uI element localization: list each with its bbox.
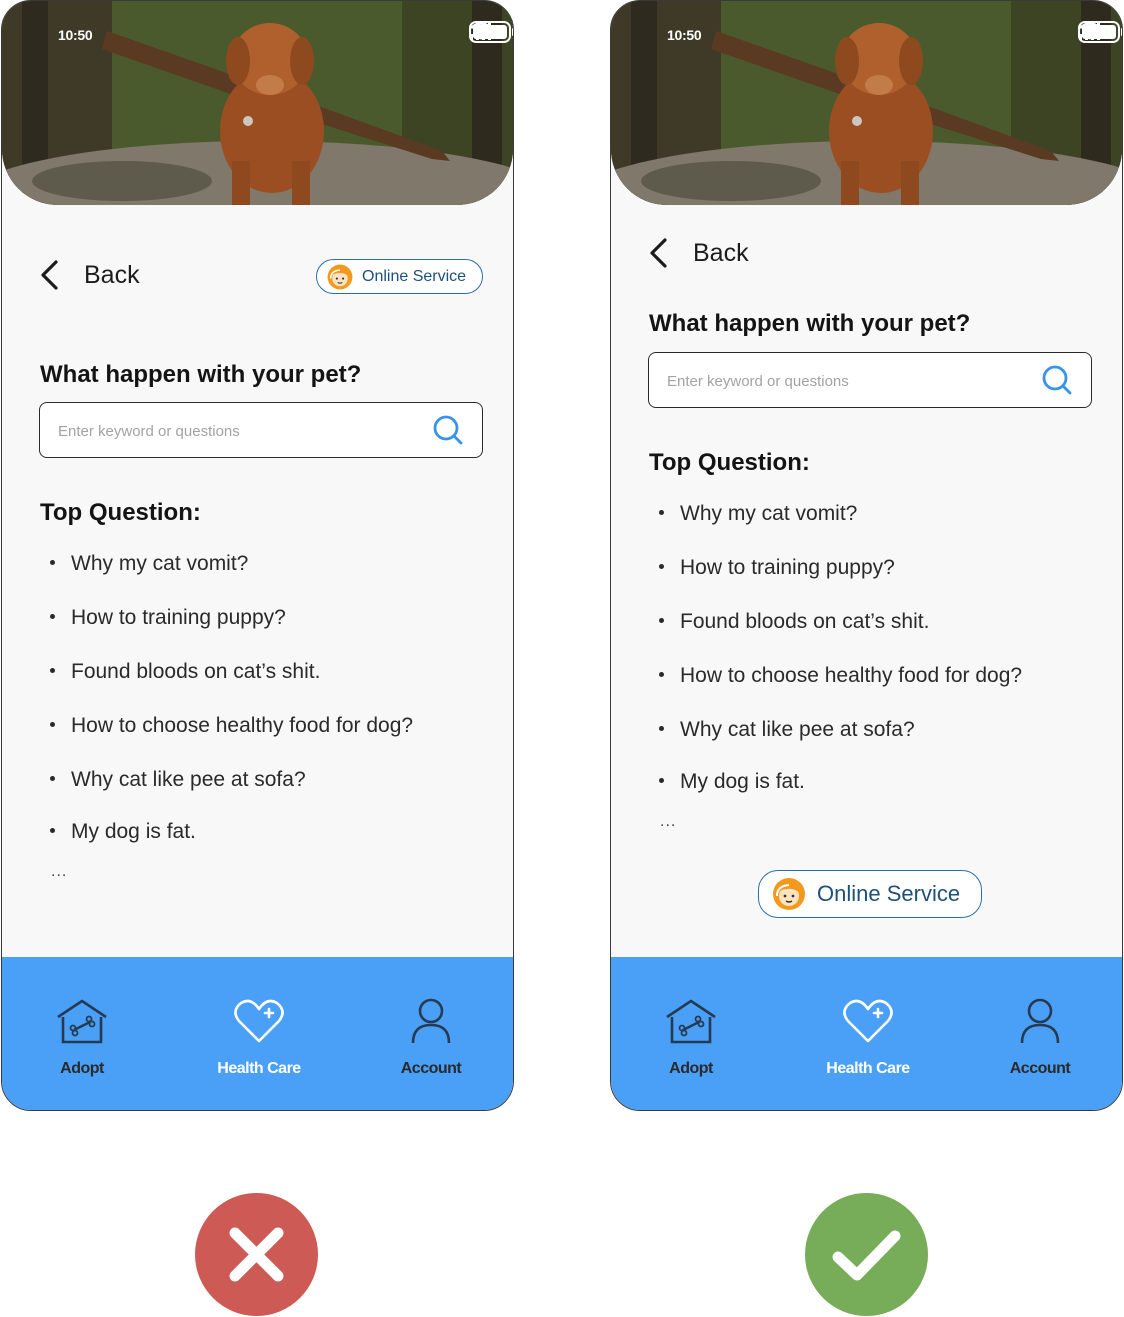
hero-dog-photo: 10:50 (2, 1, 513, 205)
question-item[interactable]: My dog is fat. (659, 770, 805, 794)
question-item[interactable]: My dog is fat. (50, 820, 196, 844)
check-icon (832, 1230, 901, 1281)
heart-plus-icon (843, 999, 893, 1043)
search-box (39, 402, 483, 458)
question-item[interactable]: Why my cat vomit? (659, 502, 857, 526)
question-item[interactable]: Why cat like pee at sofa? (50, 768, 306, 792)
back-label: Back (84, 260, 140, 289)
search-input[interactable] (56, 417, 420, 445)
online-service-button[interactable]: Online Service (316, 259, 483, 294)
search-box (648, 352, 1092, 408)
tab-account[interactable]: Account (975, 997, 1105, 1078)
person-icon (1020, 998, 1060, 1044)
status-time: 10:50 (58, 27, 93, 43)
incorrect-badge (195, 1193, 318, 1316)
search-icon[interactable] (1041, 364, 1073, 396)
tab-health-care[interactable]: Health Care (803, 997, 933, 1078)
question-item[interactable]: Why my cat vomit? (50, 552, 248, 576)
top-questions-heading: Top Question: (40, 499, 201, 526)
bottom-tab-bar: Adopt Health Care Account (611, 957, 1122, 1110)
hero-dog-photo: 10:50 (611, 1, 1122, 205)
tab-health-care[interactable]: Health Care (194, 997, 324, 1078)
back-label: Back (693, 238, 749, 267)
tab-adopt[interactable]: Adopt (626, 997, 756, 1078)
tab-account-label: Account (1009, 1060, 1071, 1077)
tab-account[interactable]: Account (366, 997, 496, 1078)
search-input[interactable] (665, 367, 1029, 395)
search-heading: What happen with your pet? (649, 310, 971, 337)
chevron-left-icon (650, 238, 667, 268)
question-item[interactable]: How to choose healthy food for dog? (50, 714, 413, 738)
tab-health-care-label: Health Care (826, 1060, 910, 1077)
person-icon (411, 998, 451, 1044)
support-agent-icon (773, 878, 805, 910)
tab-health-care-label: Health Care (217, 1060, 301, 1077)
cross-icon (229, 1227, 284, 1282)
search-icon[interactable] (432, 414, 464, 446)
question-item[interactable]: Found bloods on cat’s shit. (659, 610, 929, 634)
question-item[interactable]: Found bloods on cat’s shit. (50, 660, 320, 684)
tab-adopt[interactable]: Adopt (17, 997, 147, 1078)
battery-icon (469, 21, 513, 43)
back-button[interactable]: Back (647, 237, 749, 269)
tab-account-label: Account (400, 1060, 462, 1077)
house-bone-icon (57, 999, 107, 1044)
question-item[interactable]: Why cat like pee at sofa? (659, 718, 915, 742)
more-ellipsis[interactable]: ... (660, 813, 676, 831)
question-item[interactable]: How to training puppy? (659, 556, 895, 580)
search-heading: What happen with your pet? (40, 361, 362, 388)
correct-badge (805, 1193, 928, 1316)
back-button[interactable]: Back (38, 259, 140, 291)
chevron-left-icon (41, 260, 58, 290)
battery-icon (1078, 21, 1122, 43)
status-time: 10:50 (667, 27, 702, 43)
question-item[interactable]: How to training puppy? (50, 606, 286, 630)
online-service-button[interactable]: Online Service (758, 870, 982, 918)
tab-adopt-label: Adopt (60, 1060, 104, 1077)
phone-mockup-correct: 10:50 Back What happen with your pet? En… (610, 0, 1123, 1111)
heart-plus-icon (234, 999, 284, 1043)
top-questions-heading: Top Question: (649, 449, 810, 476)
question-item[interactable]: How to choose healthy food for dog? (659, 664, 1022, 688)
bottom-tab-bar: Adopt Health Care Account (2, 957, 513, 1110)
online-service-label: Online Service (817, 881, 961, 906)
support-agent-icon (327, 264, 353, 289)
phone-mockup-incorrect: 10:50 Back Online Service What happen wi… (1, 0, 514, 1111)
more-ellipsis[interactable]: ... (51, 863, 67, 881)
house-bone-icon (666, 999, 716, 1044)
tab-adopt-label: Adopt (669, 1060, 713, 1077)
online-service-label: Online Service (362, 267, 467, 285)
